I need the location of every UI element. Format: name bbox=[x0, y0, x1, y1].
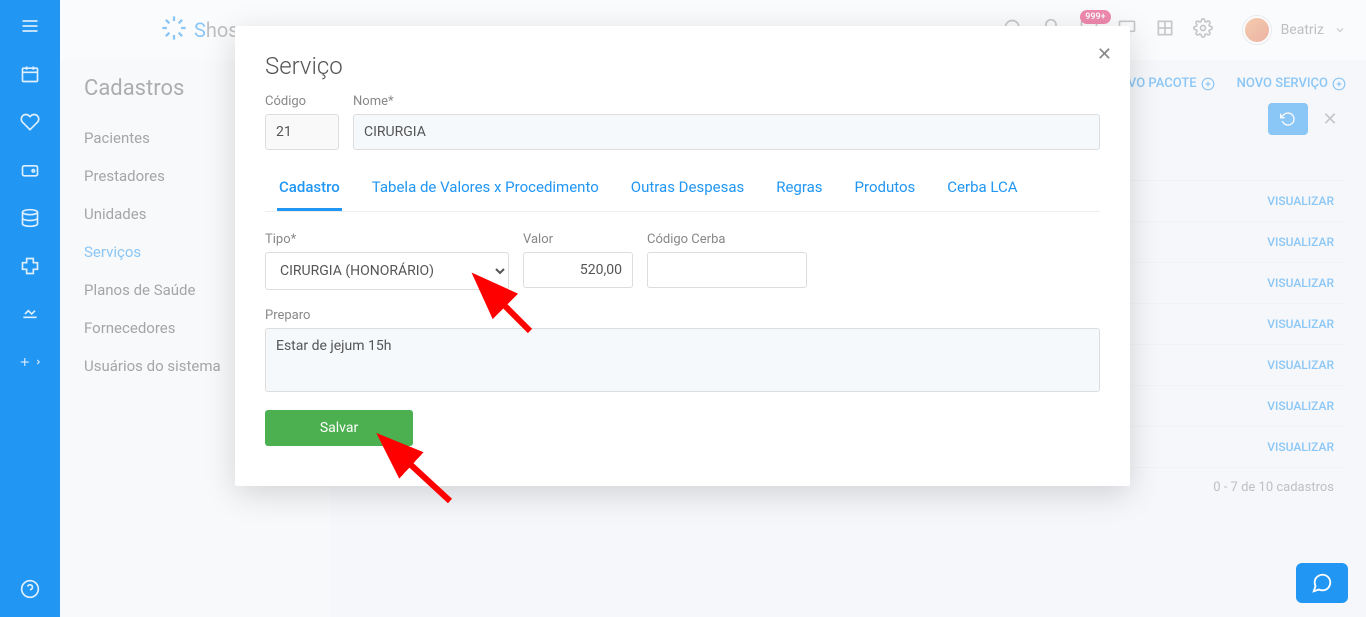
add-icon[interactable] bbox=[18, 350, 42, 374]
modal-tabs: Cadastro Tabela de Valores x Procediment… bbox=[265, 168, 1100, 212]
chat-button[interactable] bbox=[1296, 563, 1348, 603]
chat-icon bbox=[1311, 572, 1333, 594]
icon-sidebar bbox=[0, 0, 60, 617]
database-icon[interactable] bbox=[18, 206, 42, 230]
user-name: Beatriz bbox=[1281, 22, 1324, 38]
label-codigo: Código bbox=[265, 94, 339, 109]
cerba-input[interactable] bbox=[647, 252, 807, 288]
visualizar-link[interactable]: VISUALIZAR bbox=[1267, 399, 1334, 413]
novo-servico-button[interactable]: NOVO SERVIÇO bbox=[1237, 76, 1346, 91]
tab-regras[interactable]: Regras bbox=[774, 168, 824, 211]
plus-circle-icon bbox=[1332, 77, 1346, 91]
wallet-icon[interactable] bbox=[18, 158, 42, 182]
codigo-input[interactable] bbox=[265, 114, 339, 150]
close-button[interactable]: ✕ bbox=[1097, 44, 1112, 65]
label-valor: Valor bbox=[523, 232, 633, 247]
label-cerba: Código Cerba bbox=[647, 232, 807, 247]
label-nome: Nome* bbox=[353, 94, 1100, 109]
tab-tabela-valores[interactable]: Tabela de Valores x Procedimento bbox=[370, 168, 601, 211]
label-tipo: Tipo* bbox=[265, 232, 509, 247]
visualizar-link[interactable]: VISUALIZAR bbox=[1267, 440, 1334, 454]
visualizar-link[interactable]: VISUALIZAR bbox=[1267, 235, 1334, 249]
service-modal: ✕ Serviço Código Nome* Cadastro Tabela d… bbox=[235, 26, 1130, 486]
nome-input[interactable] bbox=[353, 114, 1100, 150]
grid-icon[interactable] bbox=[1155, 18, 1175, 42]
visualizar-link[interactable]: VISUALIZAR bbox=[1267, 358, 1334, 372]
save-button[interactable]: Salvar bbox=[265, 410, 413, 446]
tab-cadastro[interactable]: Cadastro bbox=[277, 168, 342, 211]
calendar-icon[interactable] bbox=[18, 62, 42, 86]
menu-icon[interactable] bbox=[18, 14, 42, 38]
user-menu[interactable]: Beatriz bbox=[1243, 16, 1346, 44]
tipo-select[interactable]: CIRURGIA (HONORÁRIO) bbox=[265, 252, 509, 290]
preparo-textarea[interactable] bbox=[265, 328, 1100, 392]
visualizar-link[interactable]: VISUALIZAR bbox=[1267, 276, 1334, 290]
visualizar-link[interactable]: VISUALIZAR bbox=[1267, 194, 1334, 208]
tab-cerba[interactable]: Cerba LCA bbox=[945, 168, 1019, 211]
avatar bbox=[1243, 16, 1271, 44]
tab-outras-despesas[interactable]: Outras Despesas bbox=[629, 168, 746, 211]
help-icon[interactable] bbox=[18, 577, 42, 601]
heart-icon[interactable] bbox=[18, 110, 42, 134]
clear-button[interactable]: ✕ bbox=[1314, 103, 1346, 135]
logo-icon bbox=[160, 14, 188, 46]
handshake-icon[interactable] bbox=[18, 302, 42, 326]
valor-input[interactable] bbox=[523, 252, 633, 288]
chevron-down-icon bbox=[1334, 24, 1346, 36]
tab-produtos[interactable]: Produtos bbox=[853, 168, 918, 211]
plus-circle-icon bbox=[1201, 77, 1215, 91]
modal-title: Serviço bbox=[265, 52, 1100, 80]
settings-icon[interactable] bbox=[1193, 18, 1213, 42]
visualizar-link[interactable]: VISUALIZAR bbox=[1267, 317, 1334, 331]
notif-badge: 999+ bbox=[1080, 10, 1110, 24]
refresh-button[interactable] bbox=[1268, 103, 1308, 135]
puzzle-icon[interactable] bbox=[18, 254, 42, 278]
label-preparo: Preparo bbox=[265, 308, 1100, 323]
